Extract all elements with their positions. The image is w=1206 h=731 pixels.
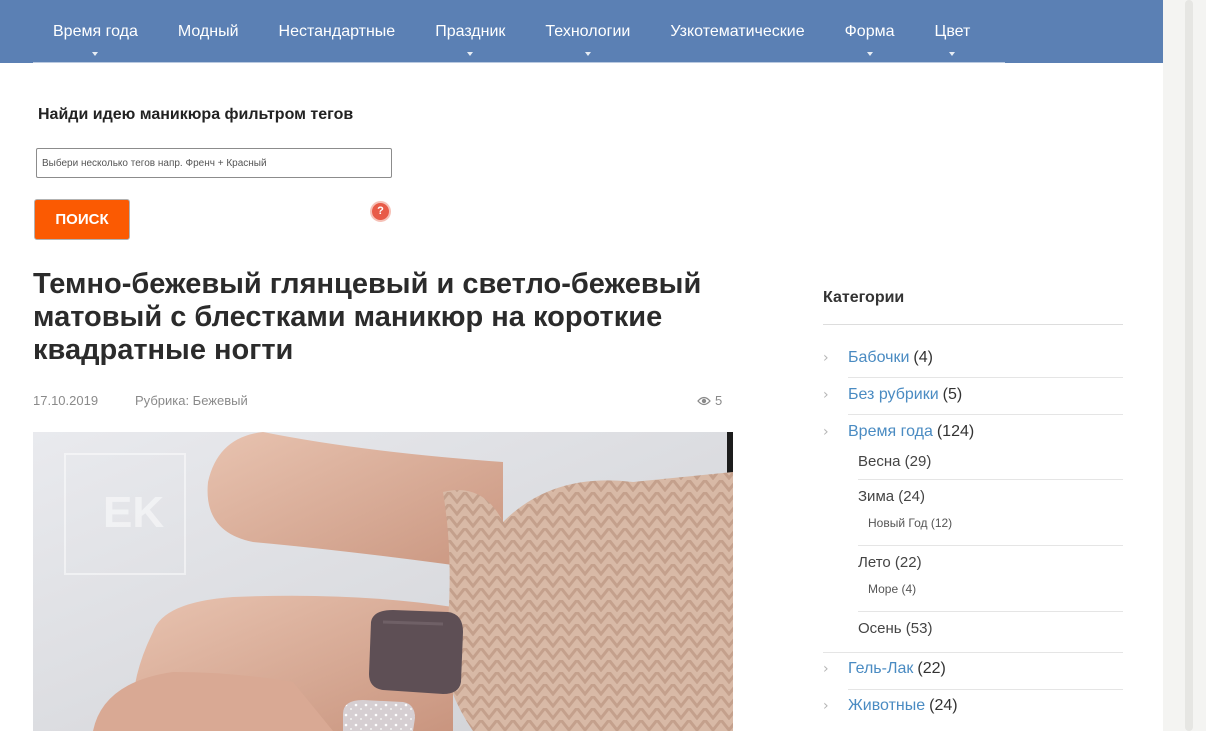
category-count: (4) — [913, 349, 933, 366]
category-item[interactable]: › Бабочки (4) — [823, 349, 1123, 367]
chevron-right-icon: › — [823, 698, 829, 714]
post-rubric[interactable]: Рубрика: Бежевый — [135, 393, 248, 408]
category-link[interactable]: Бабочки — [848, 349, 909, 367]
subcategory-item[interactable]: Море (4) — [868, 582, 916, 596]
tag-search-input[interactable] — [36, 148, 392, 178]
subcategory-count: (29) — [904, 453, 932, 470]
tag-filter-title: Найди идею маникюра фильтром тегов — [38, 106, 354, 123]
nav-item-label: Форма — [844, 23, 895, 40]
nav-menu: Время года Модный Нестандартные Праздник… — [33, 0, 990, 63]
help-icon[interactable]: ? — [370, 201, 391, 222]
nav-item-label: Узкотематические — [670, 23, 805, 40]
category-count: (22) — [917, 660, 946, 677]
subcategory-item[interactable]: Новый Год (12) — [868, 516, 952, 530]
divider — [858, 545, 1123, 546]
subcategory-label: Осень — [858, 620, 902, 637]
nav-item-color[interactable]: Цвет — [914, 0, 990, 63]
divider — [848, 377, 1123, 378]
nav-item-fashion[interactable]: Модный — [158, 0, 259, 63]
nav-item-season[interactable]: Время года — [33, 0, 158, 63]
subcategory-label: Зима — [858, 488, 895, 505]
nav-item-label: Время года — [53, 23, 138, 40]
subcategory-count: (12) — [930, 516, 953, 530]
caret-down-icon — [866, 52, 873, 56]
subcategory-label: Лето — [858, 554, 891, 571]
nav-item-label: Нестандартные — [278, 23, 396, 40]
subcategory-item[interactable]: Весна (29) — [858, 453, 931, 470]
post-image: EK — [33, 432, 733, 731]
eye-icon — [697, 396, 711, 406]
caret-down-icon — [584, 52, 591, 56]
divider — [858, 611, 1123, 612]
nav-item-label: Технологии — [545, 23, 631, 40]
category-link[interactable]: Время года — [848, 423, 933, 441]
view-count-value: 5 — [715, 393, 723, 408]
sidebar-title: Категории — [823, 289, 905, 306]
nav-item-technology[interactable]: Технологии — [525, 0, 650, 63]
subcategory-label: Новый Год — [868, 516, 928, 530]
subcategory-item[interactable]: Лето (22) — [858, 554, 922, 571]
nav-underline — [33, 62, 1005, 63]
nav-item-nonstandard[interactable]: Нестандартные — [259, 0, 416, 63]
sidebar-divider — [823, 324, 1123, 325]
category-count: (124) — [936, 423, 975, 440]
category-item[interactable]: › Время года (124) — [823, 423, 1123, 441]
category-count: (5) — [942, 386, 963, 403]
subcategory-count: (53) — [905, 620, 933, 637]
subcategory-count: (22) — [894, 554, 922, 571]
category-item[interactable]: › Без рубрики (5) — [823, 386, 1123, 404]
divider — [848, 689, 1123, 690]
category-count: (24) — [929, 697, 958, 714]
category-item[interactable]: › Животные (24) — [823, 697, 1123, 715]
subcategory-count: (24) — [898, 488, 925, 505]
chevron-right-icon: › — [823, 350, 829, 366]
chevron-right-icon: › — [823, 661, 829, 677]
svg-text:EK: EK — [103, 488, 164, 537]
divider — [823, 652, 1123, 653]
caret-down-icon — [467, 52, 474, 56]
subcategory-item[interactable]: Осень (53) — [858, 620, 932, 637]
view-count: 5 — [697, 393, 722, 408]
subcategory-label: Море — [868, 582, 899, 596]
nav-item-holiday[interactable]: Праздник — [415, 0, 525, 63]
category-item[interactable]: › Гель-Лак (22) — [823, 660, 1123, 678]
chevron-right-icon: › — [823, 424, 829, 440]
post-date: 17.10.2019 — [33, 393, 99, 408]
divider — [858, 479, 1123, 480]
search-button[interactable]: ПОИСК — [34, 199, 130, 240]
top-navbar: Время года Модный Нестандартные Праздник… — [0, 0, 1163, 63]
nav-item-label: Праздник — [435, 23, 506, 40]
caret-down-icon — [92, 52, 99, 56]
chevron-right-icon: › — [823, 387, 829, 403]
nav-item-niche[interactable]: Узкотематические — [650, 0, 824, 63]
scrollbar[interactable] — [1185, 0, 1193, 731]
divider — [848, 414, 1123, 415]
category-link[interactable]: Без рубрики — [848, 386, 939, 404]
category-link[interactable]: Животные — [848, 697, 925, 715]
post-title: Темно-бежевый глянцевый и светло-бежевый… — [33, 268, 702, 366]
nav-item-label: Модный — [177, 23, 239, 40]
nav-item-shape[interactable]: Форма — [825, 0, 915, 63]
caret-down-icon — [949, 52, 956, 56]
subcategory-label: Весна — [858, 453, 901, 470]
category-link[interactable]: Гель-Лак — [848, 660, 913, 678]
subcategory-count: (4) — [901, 582, 917, 596]
subcategory-item[interactable]: Зима (24) — [858, 488, 925, 505]
nav-item-label: Цвет — [934, 23, 971, 40]
